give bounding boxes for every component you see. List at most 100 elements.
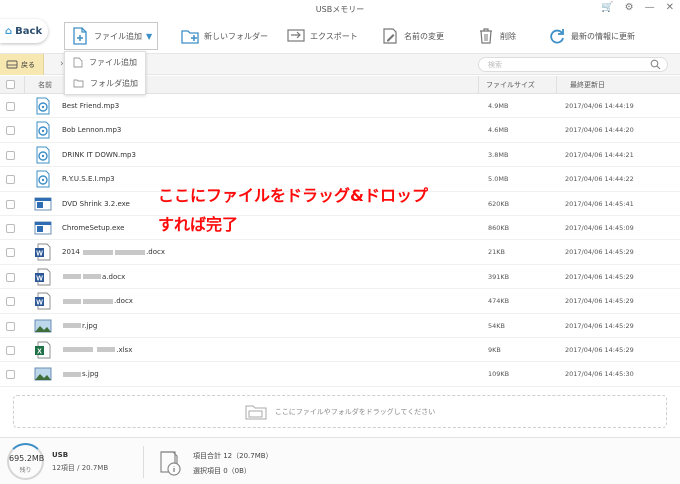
file-icon xyxy=(73,57,83,68)
column-name-header[interactable]: 名前 xyxy=(38,80,52,90)
table-row[interactable]: X .xlsx 9KB 2017/04/06 14:45:29 xyxy=(0,338,680,363)
file-size: 620KB xyxy=(488,199,510,208)
refresh-button[interactable]: 最新の情報に更新 xyxy=(547,22,635,50)
column-size-header[interactable]: ファイルサイズ xyxy=(486,80,535,90)
row-checkbox[interactable] xyxy=(6,321,15,331)
drop-zone[interactable]: ここにファイルやフォルダをドラッグしてください xyxy=(13,395,667,428)
file-name: ChromeSetup.exe xyxy=(62,223,125,232)
file-size: 4.9MB xyxy=(488,102,509,110)
export-label: エクスポート xyxy=(310,31,358,41)
toolbar: ファイル追加 ▼ 新しいフォルダー エクスポート 名前の変更 削除 最新の情報に… xyxy=(60,20,680,50)
redaction-mark xyxy=(63,274,81,280)
file-size: 3.8MB xyxy=(488,150,509,159)
close-icon[interactable]: ✕ xyxy=(666,2,674,13)
back-button[interactable]: ⌂ Back xyxy=(0,19,48,43)
drop-zone-text: ここにファイルやフォルダをドラッグしてください xyxy=(274,407,436,416)
select-all-checkbox[interactable] xyxy=(6,80,15,89)
row-checkbox[interactable] xyxy=(6,345,15,355)
settings-icon[interactable]: ⚙ xyxy=(625,2,634,13)
search-input[interactable]: 検索 xyxy=(478,57,668,72)
row-checkbox[interactable] xyxy=(6,175,15,185)
new-folder-label: 新しいフォルダー xyxy=(204,31,268,41)
status-bar: 695.2MB 残り USB 12項目 / 20.7MB 項目合計 12（20.… xyxy=(0,437,680,484)
redaction-mark xyxy=(63,298,81,304)
row-checkbox[interactable] xyxy=(6,370,15,380)
exe-file-icon xyxy=(34,221,52,235)
row-checkbox[interactable] xyxy=(6,223,15,233)
redaction-mark xyxy=(115,249,146,255)
row-checkbox[interactable] xyxy=(6,102,15,111)
file-name: .docx xyxy=(62,297,133,305)
table-row[interactable]: Best Friend.mp3 4.9MB 2017/04/06 14:44:1… xyxy=(0,94,680,119)
window-controls: 🛒 ⚙ — ✕ xyxy=(601,2,674,13)
file-list: Best Friend.mp3 4.9MB 2017/04/06 14:44:1… xyxy=(0,94,680,387)
file-date: 2017/04/06 14:44:20 xyxy=(565,126,634,135)
file-date: 2017/04/06 14:45:29 xyxy=(565,321,634,330)
file-name: DVD Shrink 3.2.exe xyxy=(62,199,130,208)
minimize-icon[interactable]: — xyxy=(645,2,655,13)
table-row[interactable]: W .docx 474KB 2017/04/06 14:45:29 xyxy=(0,289,680,314)
redaction-mark xyxy=(83,298,113,304)
row-checkbox[interactable] xyxy=(6,272,15,282)
file-name: Best Friend.mp3 xyxy=(62,102,120,110)
file-size: 4.6MB xyxy=(488,126,509,135)
chevron-down-icon: ▼ xyxy=(146,31,153,41)
add-file-button[interactable]: ファイル追加 ▼ xyxy=(64,22,159,50)
file-name-suffix: .docx xyxy=(146,248,166,257)
table-row[interactable]: s.jpg 109KB 2017/04/06 14:45:30 xyxy=(0,362,680,387)
divider xyxy=(143,446,144,478)
redaction-mark xyxy=(83,274,101,280)
file-date: 2017/04/06 14:45:09 xyxy=(565,223,634,232)
file-date: 2017/04/06 14:45:30 xyxy=(565,370,634,379)
file-date: 2017/04/06 14:45:29 xyxy=(565,272,634,281)
file-size: 5.0MB xyxy=(488,175,509,184)
table-row[interactable]: Bob Lennon.mp3 4.6MB 2017/04/06 14:44:20 xyxy=(0,118,680,143)
row-checkbox[interactable] xyxy=(6,150,15,160)
table-row[interactable]: r.jpg 54KB 2017/04/06 14:45:29 xyxy=(0,314,680,338)
excel-file-icon: X xyxy=(35,341,51,359)
dropdown-item-label: ファイル追加 xyxy=(89,58,137,67)
file-date: 2017/04/06 14:45:29 xyxy=(565,248,634,257)
window-title: USBメモリー xyxy=(315,5,365,14)
file-date: 2017/04/06 14:45:29 xyxy=(565,345,634,354)
home-icon: ⌂ xyxy=(5,25,13,37)
dropdown-item-add-folder[interactable]: フォルダ追加 xyxy=(65,73,145,94)
rename-button[interactable]: 名前の変更 xyxy=(380,22,444,50)
add-file-icon xyxy=(73,27,87,45)
new-folder-button[interactable]: 新しいフォルダー xyxy=(180,22,268,50)
table-row[interactable]: DRINK IT DOWN.mp3 3.8MB 2017/04/06 14:44… xyxy=(0,143,680,168)
export-icon xyxy=(287,29,305,42)
redaction-mark xyxy=(97,347,116,353)
drive-icon xyxy=(6,60,18,69)
table-row[interactable]: W a.docx 391KB 2017/04/06 14:45:29 xyxy=(0,265,680,290)
column-date-header[interactable]: 最終更新日 xyxy=(570,80,605,90)
file-name-suffix: .xlsx xyxy=(116,345,133,354)
refresh-label: 最新の情報に更新 xyxy=(571,31,635,41)
trash-icon xyxy=(480,28,492,44)
file-size: 391KB xyxy=(488,272,510,281)
free-space-label: 残り xyxy=(19,467,32,474)
info-icon xyxy=(160,451,181,476)
back-folder-button[interactable]: 戻る xyxy=(0,54,44,75)
rename-icon xyxy=(383,28,397,44)
music-file-icon xyxy=(36,146,50,164)
row-checkbox[interactable] xyxy=(6,248,15,258)
folder-icon xyxy=(73,79,84,88)
file-date: 2017/04/06 14:45:41 xyxy=(565,199,634,208)
delete-button[interactable]: 削除 xyxy=(476,22,516,50)
new-folder-icon xyxy=(181,30,199,44)
cart-icon[interactable]: 🛒 xyxy=(601,2,613,13)
table-row[interactable]: W 2014 .docx 21KB 2017/04/06 14:45:29 xyxy=(0,240,680,265)
file-size: 109KB xyxy=(488,370,510,379)
row-checkbox[interactable] xyxy=(6,126,15,136)
row-checkbox[interactable] xyxy=(6,199,15,209)
export-button[interactable]: エクスポート xyxy=(286,22,358,50)
file-name: a.docx xyxy=(62,273,125,281)
dropdown-item-add-file[interactable]: ファイル追加 xyxy=(65,52,145,73)
file-name-suffix: s.jpg xyxy=(82,370,99,379)
search-icon[interactable] xyxy=(650,59,661,70)
dropdown-item-label: フォルダ追加 xyxy=(90,79,138,88)
row-checkbox[interactable] xyxy=(6,297,15,307)
svg-text:X: X xyxy=(37,348,42,355)
file-date: 2017/04/06 14:44:21 xyxy=(565,150,634,159)
